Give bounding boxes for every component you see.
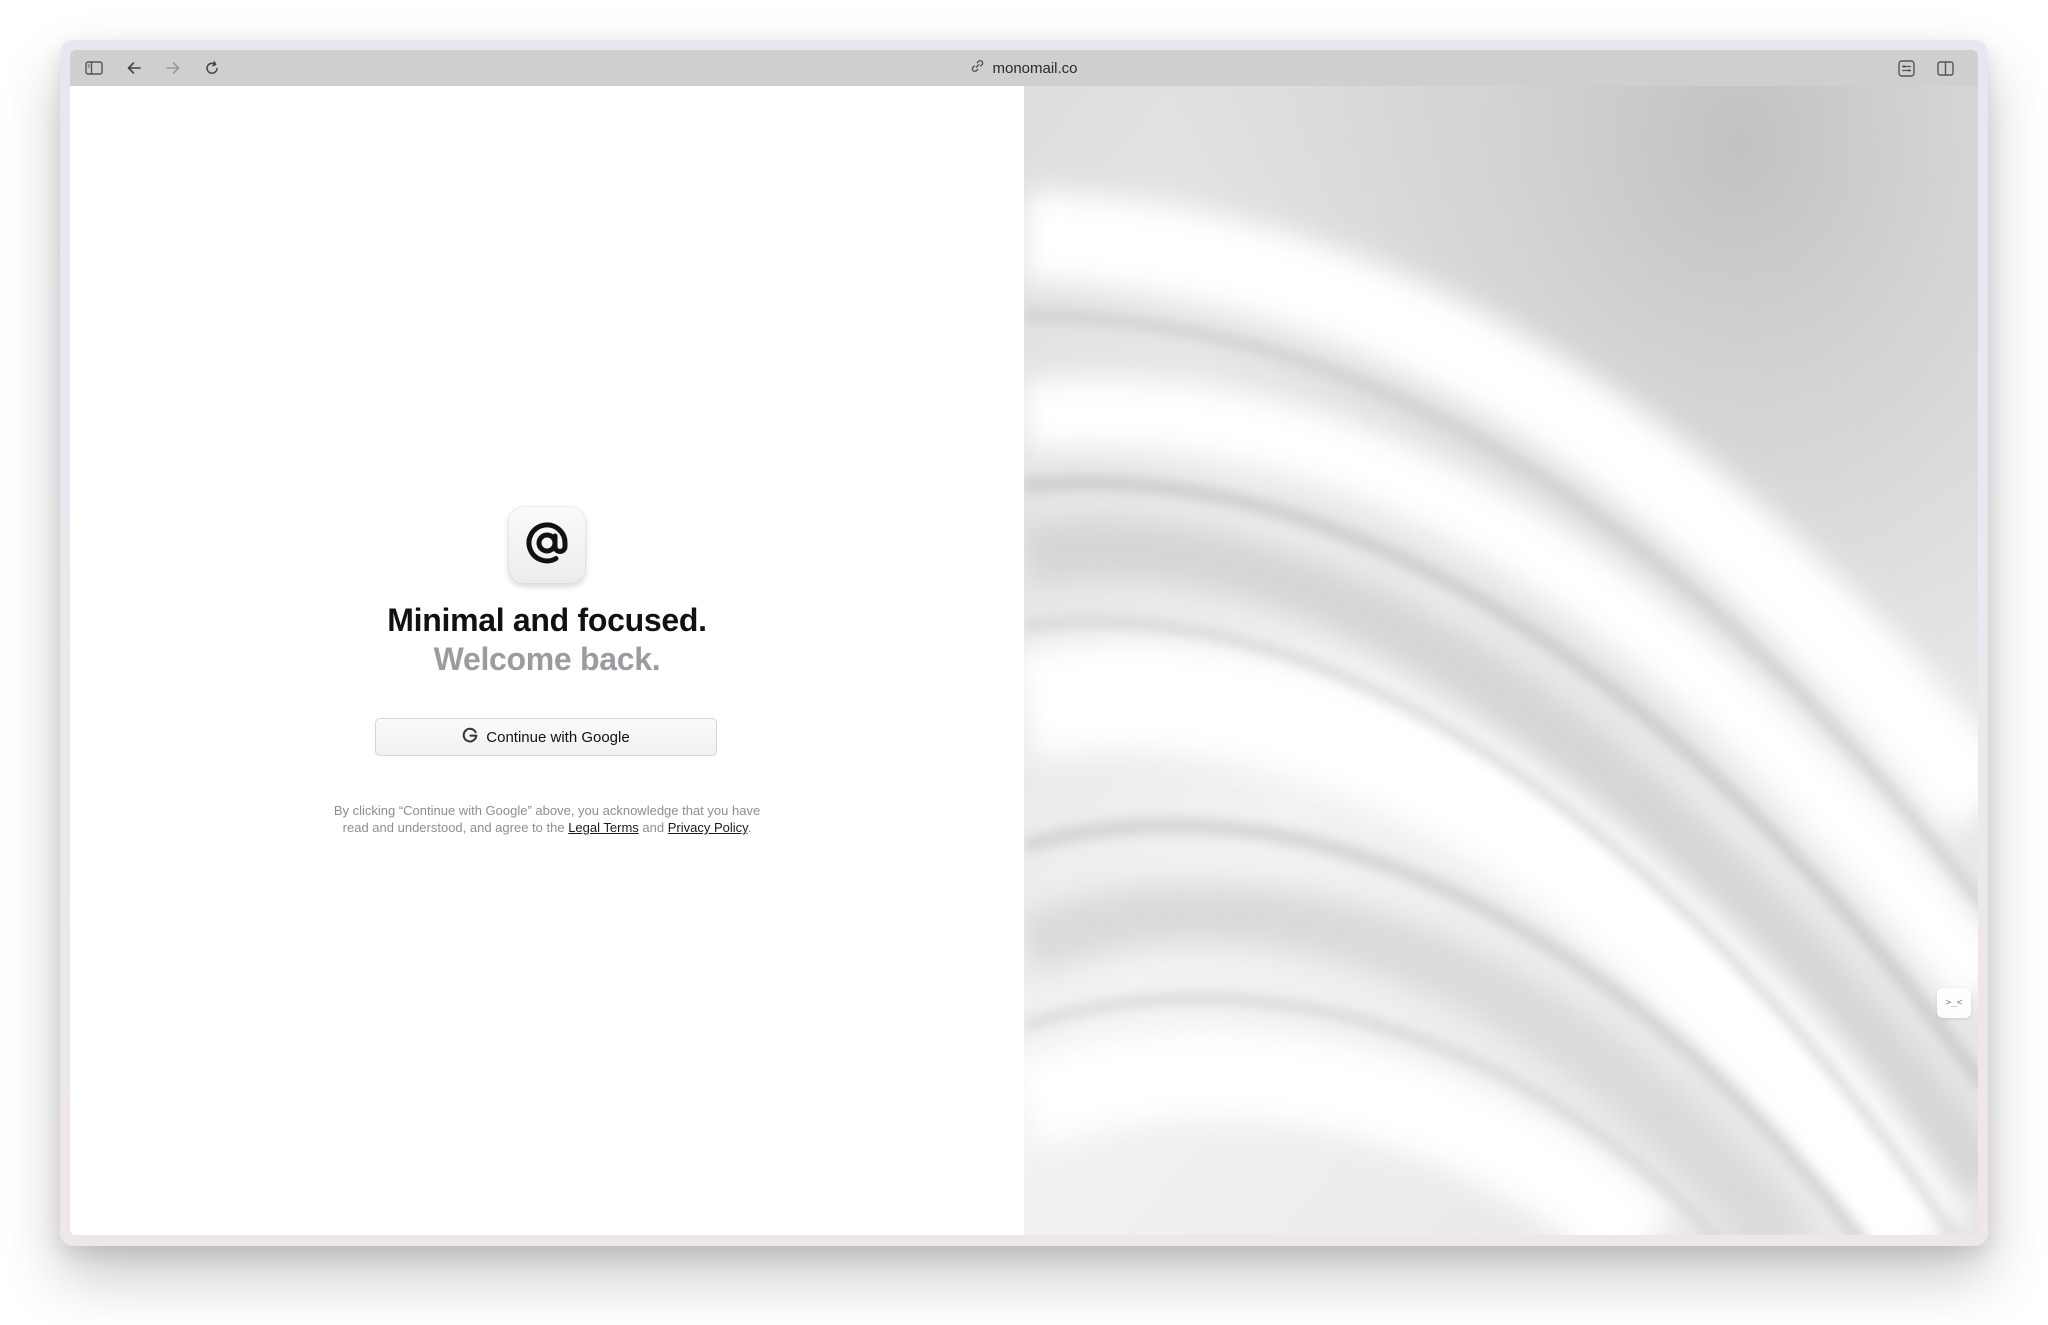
reload-icon xyxy=(204,60,220,76)
arrow-right-icon xyxy=(165,61,181,75)
at-sign-icon xyxy=(524,520,570,571)
forward-button[interactable] xyxy=(161,56,185,80)
back-button[interactable] xyxy=(122,56,146,80)
browser-frame: monomail.co Minimal and focused. Welcome… xyxy=(70,50,1978,1235)
privacy-policy-link[interactable]: Privacy Policy xyxy=(668,820,748,835)
legal-and-text: and xyxy=(642,820,665,835)
legal-notice: By clicking “Continue with Google” above… xyxy=(70,802,1024,836)
legal-period: . xyxy=(747,820,752,835)
sidebar-icon xyxy=(85,61,103,75)
welcome-subhead: Welcome back. xyxy=(433,641,661,677)
side-widget-button[interactable]: >_< xyxy=(1937,988,1971,1018)
google-button-label: Continue with Google xyxy=(486,728,630,746)
split-view-button[interactable] xyxy=(1933,56,1957,80)
link-icon xyxy=(970,59,984,77)
page-content: Minimal and focused. Welcome back. Conti… xyxy=(70,86,1978,1235)
legal-line-2-prefix: read and understood, and agree to the xyxy=(342,820,565,835)
google-g-icon xyxy=(462,727,478,747)
side-widget-label: >_< xyxy=(1945,998,1963,1008)
browser-window: monomail.co Minimal and focused. Welcome… xyxy=(60,40,1988,1246)
app-logo xyxy=(508,506,586,584)
split-view-icon xyxy=(1936,60,1954,76)
legal-terms-link[interactable]: Legal Terms xyxy=(568,820,639,835)
legal-line-2: read and understood, and agree to the Le… xyxy=(70,819,1024,836)
headline: Minimal and focused. xyxy=(387,602,707,638)
url-text: monomail.co xyxy=(992,59,1078,77)
address-bar[interactable]: monomail.co xyxy=(970,50,1078,86)
arrow-left-icon xyxy=(126,61,142,75)
silk-wave-background xyxy=(1024,86,1978,1235)
reader-icon xyxy=(1897,59,1915,77)
reader-button[interactable] xyxy=(1894,56,1918,80)
reload-button[interactable] xyxy=(200,56,224,80)
browser-toolbar: monomail.co xyxy=(70,50,1978,86)
sidebar-toggle-button[interactable] xyxy=(82,56,106,80)
login-panel: Minimal and focused. Welcome back. Conti… xyxy=(70,86,1024,1235)
continue-with-google-button[interactable]: Continue with Google xyxy=(375,718,717,756)
hero-image xyxy=(1024,86,1978,1235)
legal-line-1: By clicking “Continue with Google” above… xyxy=(333,803,761,818)
